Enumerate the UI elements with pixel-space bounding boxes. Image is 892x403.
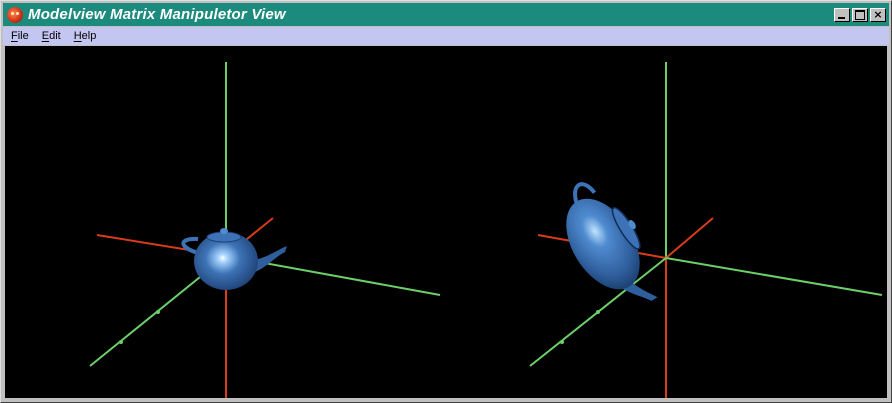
close-icon: × <box>873 7 883 21</box>
left-view[interactable] <box>89 62 441 398</box>
title-bar[interactable]: Modelview Matrix Manipuletor View × <box>3 3 889 26</box>
maximize-button[interactable] <box>852 7 868 22</box>
menu-edit[interactable]: Edit <box>42 30 61 42</box>
left-axis-tick <box>156 310 160 314</box>
teapot-knob <box>220 228 228 234</box>
menu-help[interactable]: Help <box>74 30 97 42</box>
menu-bar: File Edit Help <box>3 27 889 45</box>
menu-file[interactable]: File <box>11 30 29 42</box>
window-title: Modelview Matrix Manipuletor View <box>28 6 286 23</box>
minimize-button[interactable] <box>834 7 850 22</box>
scene-canvas[interactable] <box>5 46 887 398</box>
right-axis-tick <box>560 340 564 344</box>
left-teapot[interactable] <box>181 228 287 290</box>
opengl-viewport[interactable] <box>5 46 887 398</box>
maximize-icon <box>855 9 865 20</box>
right-teapot[interactable] <box>544 171 674 323</box>
right-axis-z-pos <box>665 257 883 296</box>
app-icon[interactable] <box>7 6 23 23</box>
left-axis-tick <box>119 340 123 344</box>
right-axis-x-pos <box>665 217 714 259</box>
application-window: Modelview Matrix Manipuletor View × File… <box>0 0 892 403</box>
close-button[interactable]: × <box>870 7 886 22</box>
teapot-spout <box>255 246 287 272</box>
right-view[interactable] <box>529 62 883 398</box>
right-axis-tick <box>596 310 600 314</box>
minimize-icon <box>838 16 845 19</box>
